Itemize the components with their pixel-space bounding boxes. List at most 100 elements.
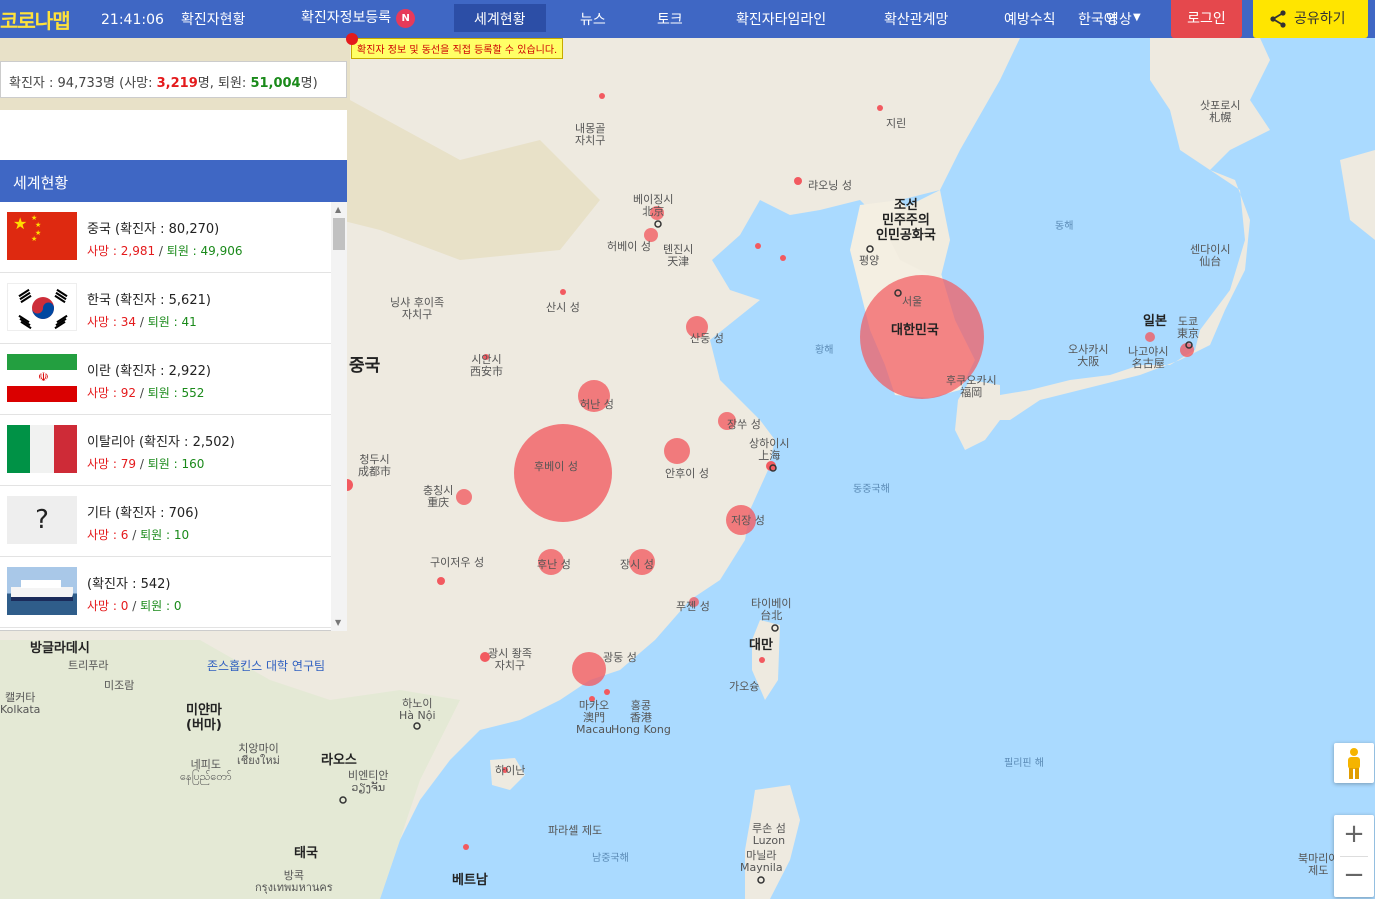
map-label-tripura: 트리푸라 [68, 659, 109, 672]
italy-flag-icon [7, 425, 77, 473]
country-subtext: 사망 : 92 / 퇴원 : 552 [87, 384, 204, 401]
nav-label: 예방수칙 [1004, 12, 1056, 28]
country-row-china[interactable]: ★ ★ ★ ★ ★ 중국 (확진자 : 80,270) 사망 : 2,981 /… [0, 202, 331, 273]
app-logo[interactable]: 코로나맵 [0, 5, 71, 34]
korea-flag-icon [7, 283, 77, 331]
recovered-count: 51,004 [250, 76, 301, 91]
map-label-guizhou: 구이저우 성 [430, 556, 485, 569]
map-label-nagoya: 나고야시 名古屋 [1128, 345, 1169, 370]
map-label-manila: 마닐라 Maynila [740, 849, 783, 874]
map-label-bangkok: 방콕 กรุงเทพมหานคร [255, 869, 333, 894]
map-label-jiangxi: 장시 성 [620, 558, 654, 571]
separator: / [136, 457, 148, 471]
map-label-anhui: 안후이 성 [665, 467, 709, 480]
nav-world-status[interactable]: 세계현황 [454, 4, 546, 32]
map-label-hainan: 하이난 [495, 764, 526, 777]
separator: / [155, 244, 167, 258]
country-row-other[interactable]: ? 기타 (확진자 : 706) 사망 : 6 / 퇴원 : 10 [0, 486, 331, 557]
map-label-chengdu: 청두시 成都市 [358, 453, 391, 478]
map-label-shandong: 산둥 성 [690, 332, 724, 345]
china-flag-icon: ★ ★ ★ ★ ★ [7, 212, 77, 260]
map-label-hunan: 후난 성 [537, 558, 571, 571]
map-label-zhejiang: 저장 성 [731, 514, 765, 527]
nav-register-info[interactable]: 확진자정보등록 N [301, 7, 416, 28]
map-label-guangxi: 광시 좡족 자치구 [488, 647, 532, 672]
map-label-hanoi: 하노이 Hà Nội [399, 697, 436, 722]
recov-label: 퇴원 : 552 [147, 386, 205, 400]
map-label-thailand: 태국 [294, 846, 318, 861]
map-label-jiangsu: 장쑤 성 [727, 418, 761, 431]
scroll-up-icon[interactable]: ▲ [335, 205, 341, 214]
map-label-henan: 허난 성 [580, 398, 614, 411]
zoom-in-button[interactable]: + [1334, 815, 1374, 855]
map-label-hubei: 후베이 성 [534, 460, 578, 473]
street-view-pegman-icon[interactable] [1334, 743, 1374, 783]
separator: / [128, 528, 141, 542]
map-label-xian: 시안시 西安市 [470, 353, 503, 378]
nav-news[interactable]: 뉴스 [580, 9, 606, 29]
stats-suffix: 명) [300, 76, 318, 91]
country-row-italy[interactable]: 이탈리아 (확진자 : 2,502) 사망 : 79 / 퇴원 : 160 [0, 415, 331, 486]
map-label-east-china-sea: 동중국해 [853, 484, 890, 495]
country-name: 이탈리아 (확진자 : 2,502) [87, 435, 235, 450]
ad-panel [0, 110, 347, 160]
cruise-ship-icon [7, 567, 77, 615]
zoom-out-button[interactable]: − [1334, 856, 1374, 896]
world-status-header: 세계현황 [0, 160, 347, 202]
nav-talk[interactable]: 토크 [657, 9, 683, 29]
recov-label: 퇴원 : 41 [147, 315, 197, 329]
scroll-thumb[interactable] [333, 218, 345, 250]
country-name: 이란 (확진자 : 2,922) [87, 364, 211, 379]
country-row-iran[interactable]: ☫ 이란 (확진자 : 2,922) 사망 : 92 / 퇴원 : 552 [0, 344, 331, 415]
language-overlap-label: 영상 [1106, 12, 1132, 28]
login-button[interactable]: 로그인 [1171, 0, 1242, 38]
nav-network[interactable]: 확산관계망 [884, 9, 948, 29]
map-label-fukuoka: 후쿠오카시 福岡 [946, 374, 997, 399]
country-name: 한국 (확진자 : 5,621) [87, 293, 211, 308]
death-label: 사망 : 34 [87, 315, 137, 329]
death-label: 사망 : 79 [87, 457, 137, 471]
nav-prevention[interactable]: 예방수칙 [1004, 9, 1056, 29]
unknown-flag-icon: ? [7, 496, 77, 544]
map-label-taiwan: 대만 [749, 638, 773, 653]
scroll-down-icon[interactable]: ▼ [335, 618, 341, 627]
nav-label: 확산관계망 [884, 12, 949, 28]
death-count: 3,219 [156, 76, 198, 91]
map-label-sendai: 센다이시 仙台 [1190, 243, 1231, 268]
recov-label: 퇴원 : 0 [140, 599, 182, 613]
map-label-myanmar: 미얀마 (버마) [186, 703, 222, 733]
death-label: 사망 : 2,981 [87, 244, 156, 258]
map-label-east-sea: 동해 [1055, 221, 1074, 232]
map-label-south-korea: 대한민국 [891, 323, 939, 338]
map-label-pyongyang: 평양 [859, 254, 880, 267]
map-label-japan: 일본 [1143, 314, 1167, 329]
map-label-northern-mariana: 북마리아 제도 [1298, 852, 1339, 877]
map-label-mizoram: 미조람 [104, 679, 135, 692]
map-label-hongkong: 홍콩 香港 Hong Kong [611, 699, 671, 736]
country-subtext: 사망 : 0 / 퇴원 : 0 [87, 597, 181, 614]
share-button[interactable]: 공유하기 [1253, 0, 1368, 38]
total-stats-box: 확진자 : 94,733명 (사망: 3,219명, 퇴원: 51,004명) [0, 61, 347, 98]
map-label-kaohsiung: 가오슝 [729, 680, 760, 693]
country-subtext: 사망 : 34 / 퇴원 : 41 [87, 313, 197, 330]
map-label-shanxi: 산시 성 [546, 301, 580, 314]
nav-label: 확진자정보등록 [301, 10, 392, 26]
map-label-hebei: 허베이 성 [607, 240, 651, 253]
share-icon [1270, 10, 1286, 28]
nav-timeline[interactable]: 확진자타임라인 [736, 9, 826, 29]
country-row-cruise-ship[interactable]: (확진자 : 542) 사망 : 0 / 퇴원 : 0 [0, 557, 331, 628]
death-label: 사망 : 6 [87, 528, 129, 542]
country-row-korea[interactable]: 한국 (확진자 : 5,621) 사망 : 34 / 퇴원 : 41 [0, 273, 331, 344]
map-label-seoul: 서울 [902, 295, 923, 308]
language-select[interactable]: 한국어 영상 ▼ [1078, 9, 1141, 29]
list-scrollbar[interactable]: ▲ ▼ [331, 202, 347, 631]
map-label-ningxia: 닝샤 후이족 자치구 [390, 296, 445, 321]
map-label-philippine-sea: 필리핀 해 [1004, 758, 1044, 769]
nav-confirmed-status[interactable]: 확진자현황 [181, 9, 245, 29]
country-list[interactable]: ★ ★ ★ ★ ★ 중국 (확진자 : 80,270) 사망 : 2,981 /… [0, 202, 347, 631]
map-label-bangladesh: 방글라데시 [30, 641, 90, 656]
zoom-control: + − [1334, 815, 1374, 897]
separator: / [136, 386, 148, 400]
map-label-fujian: 푸젠 성 [676, 600, 710, 613]
recov-label: 퇴원 : 49,906 [166, 244, 243, 258]
